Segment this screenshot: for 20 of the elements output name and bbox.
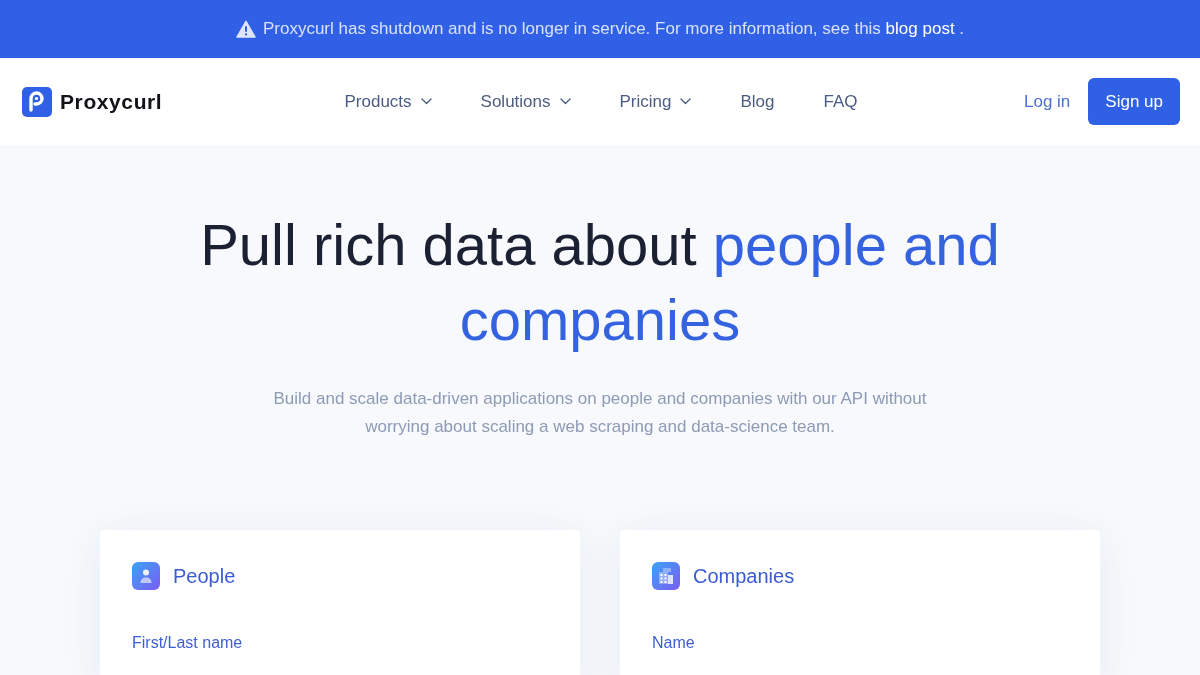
card-title: Companies	[693, 564, 795, 588]
building-icon	[652, 562, 680, 590]
hero-subtitle: Build and scale data-driven applications on people and companies with our API without worrying about scaling a web scraping and data-science team.	[272, 388, 928, 438]
field-label: First/Last name	[132, 633, 243, 653]
signup-button[interactable]: Sign up	[1088, 78, 1180, 125]
field-label: Name	[652, 633, 695, 653]
blog-post-link[interactable]: blog post	[885, 19, 955, 38]
nav-link[interactable]: Products	[344, 91, 432, 112]
card-title: People	[173, 564, 236, 588]
site-name: Proxycurl	[60, 89, 163, 114]
nav-link[interactable]: Pricing	[619, 91, 692, 112]
person-icon	[132, 562, 160, 590]
nav-link[interactable]: Solutions	[480, 91, 571, 112]
nav-link[interactable]: FAQ	[823, 91, 858, 112]
login-link[interactable]: Log in	[1024, 91, 1071, 112]
logo-icon	[22, 86, 52, 117]
warning-icon	[235, 20, 256, 38]
shutdown-notice: Proxycurl has shutdown and is no longer in service. For more information, see this blog post .	[262, 19, 965, 39]
hero-headline: Pull rich data about people and companies	[199, 211, 1001, 354]
nav-link[interactable]: Blog	[740, 91, 775, 112]
